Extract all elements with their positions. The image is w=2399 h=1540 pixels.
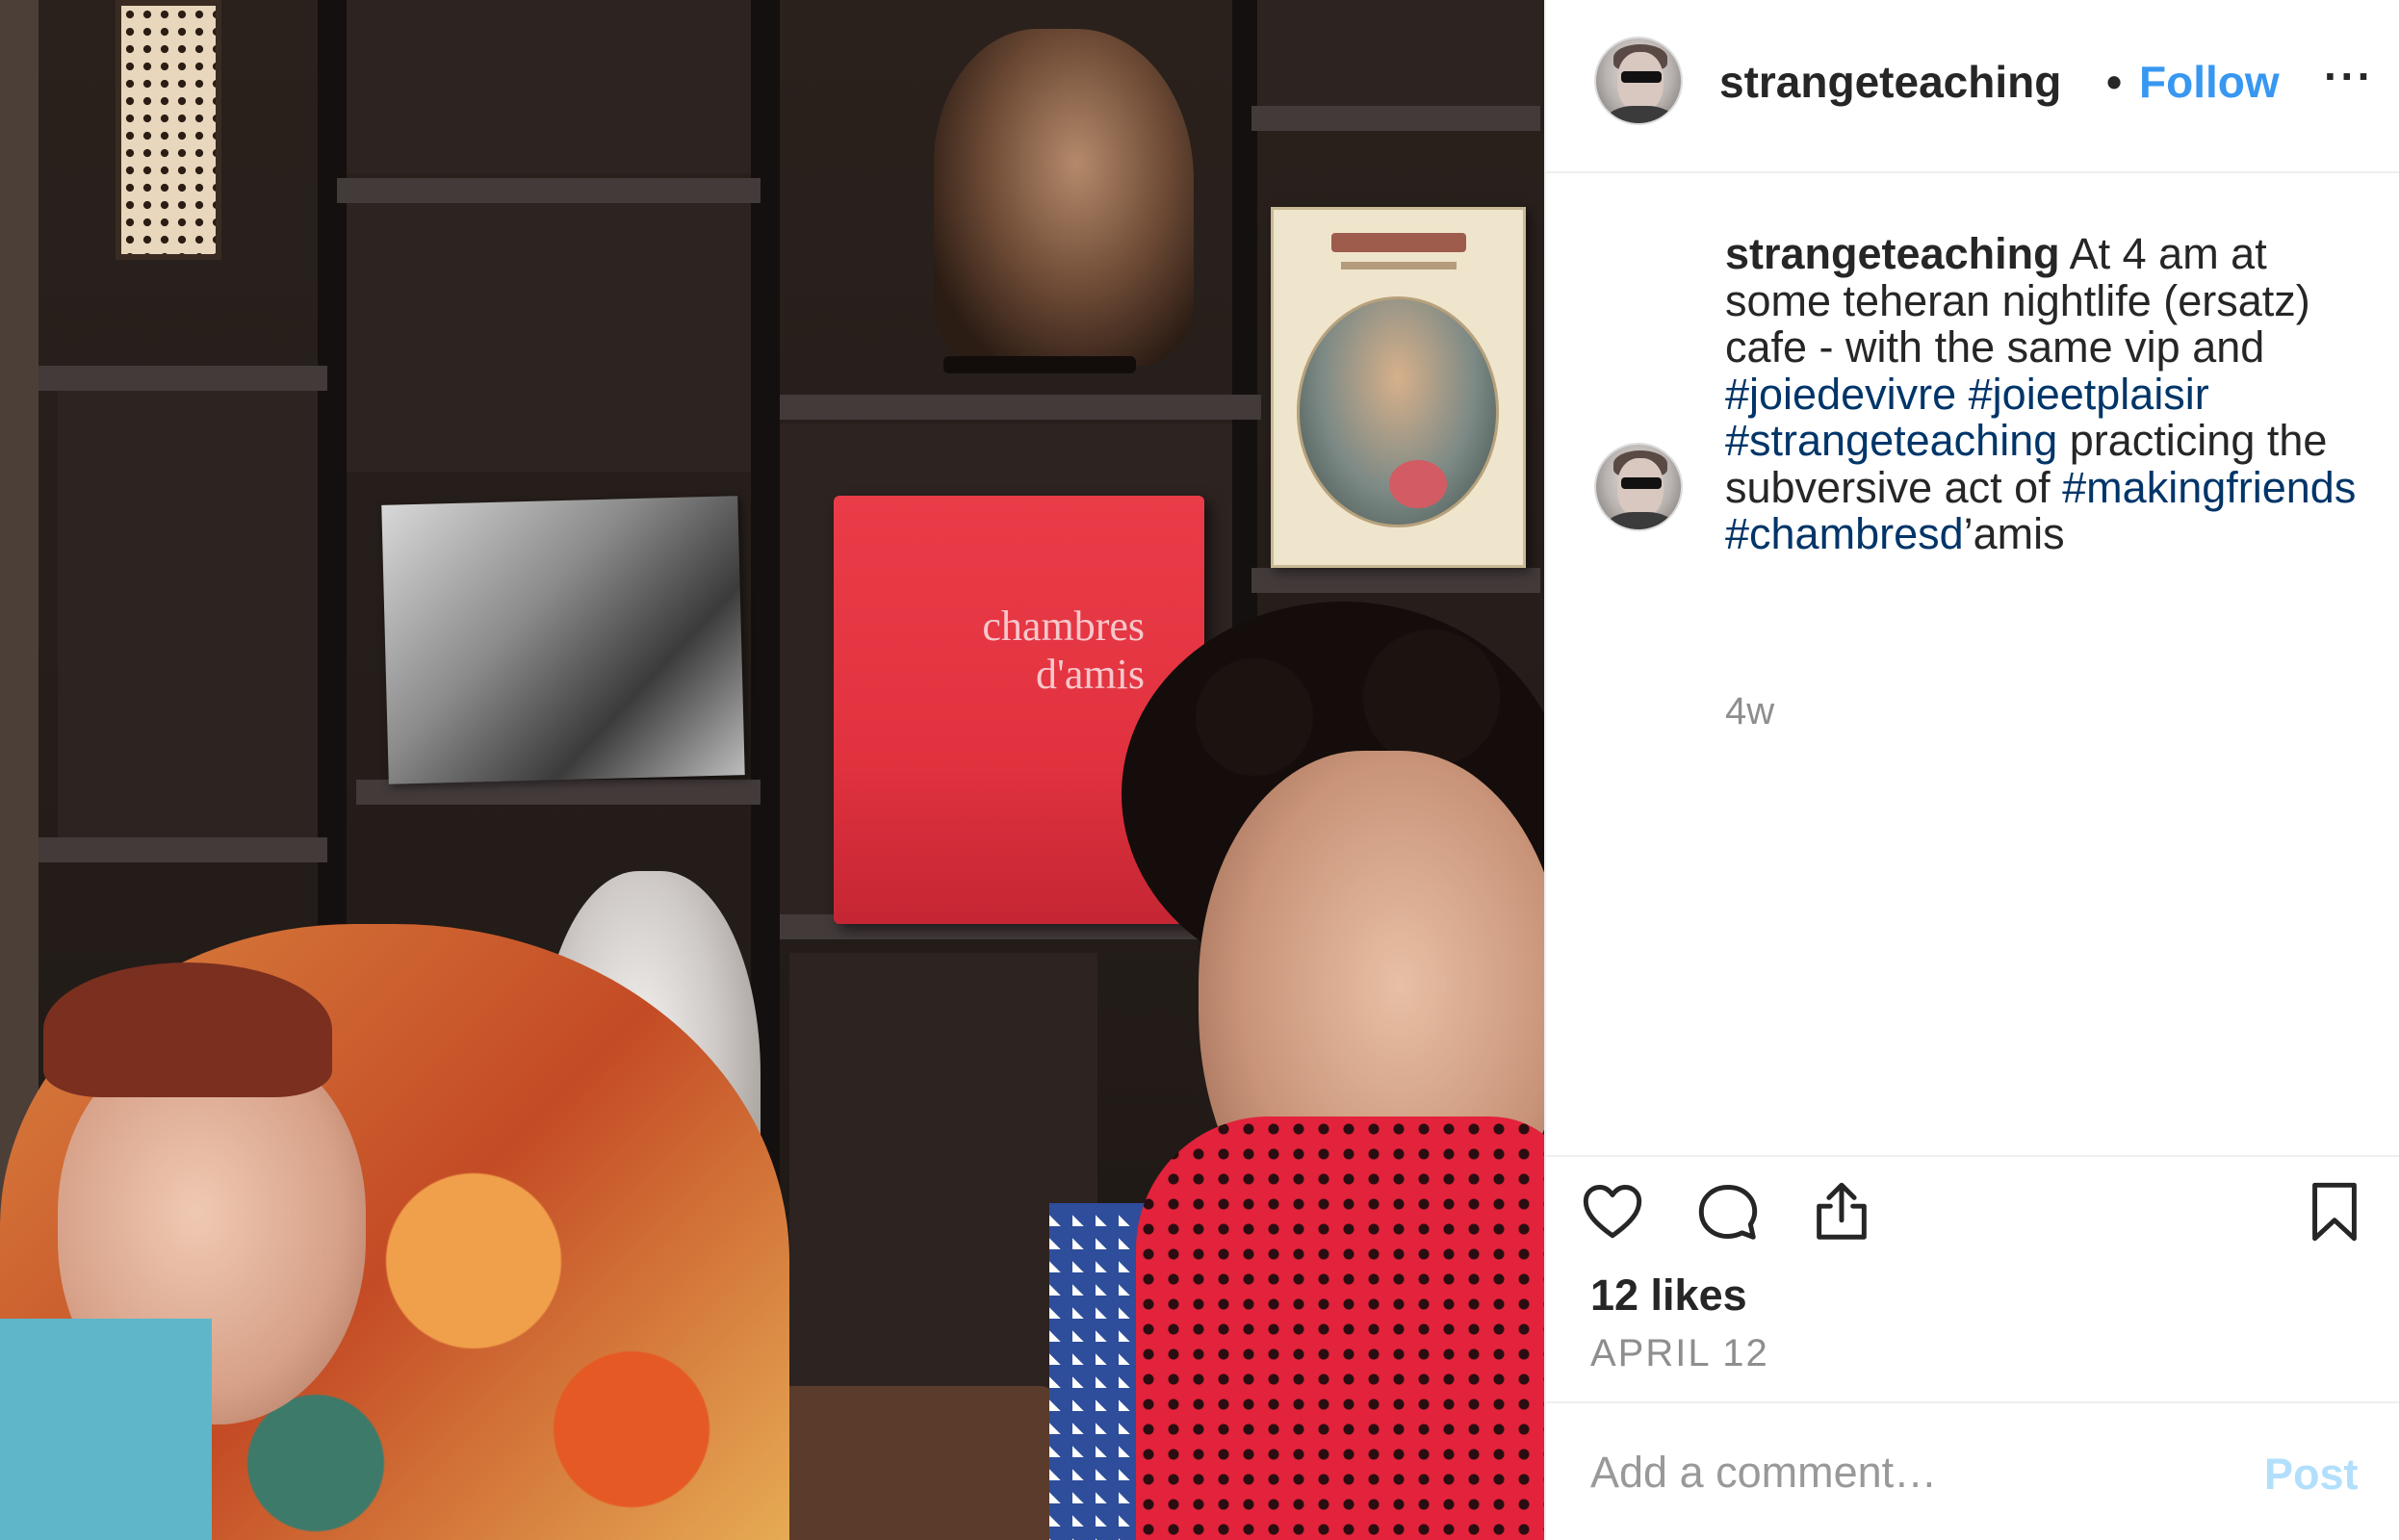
shelf-board (1251, 106, 1540, 131)
hashtag-link[interactable]: #joieetplaisir (1969, 370, 2209, 419)
post-actions: 12 likes APRIL 12 (1546, 1155, 2399, 1405)
shelf-cell (347, 0, 751, 173)
bookmark-icon[interactable] (2301, 1178, 2368, 1245)
caption-timestamp[interactable]: 4w (1725, 690, 1774, 733)
hashtag-link[interactable]: #strangeteaching (1725, 416, 2057, 465)
bw-photo-print (381, 496, 745, 784)
caption-avatar[interactable] (1594, 443, 1683, 531)
caption-text: ’amis (1963, 509, 2065, 558)
record-label-line-2: d'amis (1035, 651, 1145, 698)
post-header: strangeteaching • Follow ··· (1546, 0, 2399, 173)
add-comment-section: Post (1546, 1401, 2399, 1540)
header-separator: • (2106, 57, 2123, 107)
shelf-board (39, 366, 327, 391)
post-comment-button[interactable]: Post (2264, 1450, 2359, 1500)
hashtag-link[interactable]: #joiedevivre (1725, 370, 1956, 419)
shelf-board (780, 395, 1261, 420)
hashtag-link[interactable]: #chambresd (1725, 509, 1964, 558)
post-caption: strangeteaching At 4 am at some teheran … (1725, 229, 2380, 558)
follow-button[interactable]: Follow (2139, 56, 2280, 108)
shelf-cell (347, 202, 751, 472)
persian-book-cover (1271, 207, 1526, 568)
more-options-icon[interactable]: ··· (2324, 50, 2374, 102)
perforated-lamp (116, 0, 221, 260)
post-photo[interactable]: chambres d'amis (0, 0, 1544, 1540)
comment-input[interactable] (1590, 1442, 2245, 1503)
record-label-line-1: chambres (982, 603, 1145, 650)
flower-decoration (1389, 460, 1447, 508)
hashtag-link[interactable]: #makingfriends (2062, 463, 2356, 512)
profile-avatar[interactable] (1594, 37, 1683, 125)
share-icon[interactable] (1808, 1178, 1875, 1245)
woman-shirt (0, 1319, 212, 1540)
shelf-cell (58, 385, 327, 847)
heart-icon[interactable] (1579, 1178, 1646, 1245)
header-username[interactable]: strangeteaching (1719, 56, 2104, 110)
shelf-board (337, 178, 761, 203)
book-subtitle-mark (1341, 262, 1457, 270)
avatar-sunglasses (1621, 477, 1662, 489)
post-sidebar: strangeteaching • Follow ··· strangeteac… (1544, 0, 2399, 1540)
shelf-cell (1251, 0, 1540, 106)
book-title-mark (1331, 233, 1466, 252)
post-date[interactable]: APRIL 12 (1590, 1332, 1769, 1375)
avatar-body (1606, 106, 1675, 123)
man-scarf (1136, 1116, 1544, 1540)
caption-username[interactable]: strangeteaching (1725, 229, 2060, 278)
sculpture-base (943, 356, 1136, 373)
comment-icon[interactable] (1694, 1178, 1762, 1245)
shelf-board (39, 837, 327, 862)
bronze-heads-sculpture (934, 29, 1194, 366)
comments-area: strangeteaching At 4 am at some teheran … (1546, 175, 2399, 1157)
shelf-board (1251, 568, 1540, 593)
woman-hair (43, 962, 332, 1097)
avatar-sunglasses (1621, 71, 1662, 83)
avatar-body (1606, 512, 1675, 529)
likes-count[interactable]: 12 likes (1590, 1270, 1747, 1321)
